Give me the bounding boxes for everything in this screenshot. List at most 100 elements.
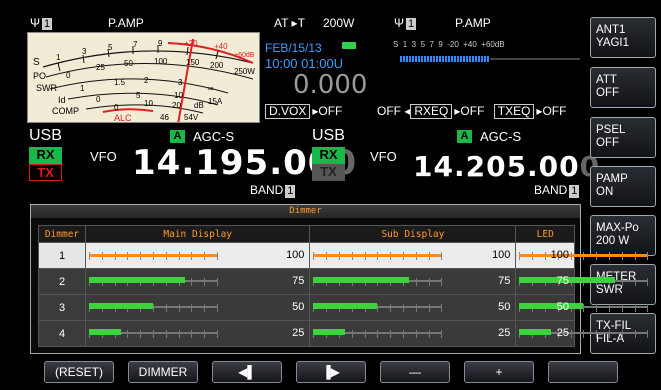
- dimmer-row[interactable]: 4 25 25 25: [38, 320, 649, 347]
- left-tx-indicator: TX: [29, 164, 62, 181]
- max-po-button[interactable]: MAX-Po 200 W: [590, 215, 656, 256]
- dvox-state: ▸OFF: [312, 104, 343, 118]
- txeq-label: TXEQ: [493, 104, 535, 119]
- psel-button[interactable]: PSEL OFF: [590, 117, 656, 158]
- level-bar: [519, 303, 584, 309]
- led-cell[interactable]: 25: [515, 320, 649, 347]
- rxeq-label: RXEQ: [410, 104, 453, 119]
- meter-label-comp: COMP: [52, 106, 79, 116]
- meter-label-po: PO: [33, 71, 47, 81]
- tick-label: 25: [96, 63, 105, 72]
- s-meter-track: [490, 58, 580, 60]
- main-display-cell[interactable]: 50: [84, 294, 311, 321]
- att-button[interactable]: ATT OFF: [590, 67, 656, 108]
- right-rx-indicator: RX: [312, 147, 345, 164]
- level-value: 50: [556, 301, 569, 313]
- left-band-label: BAND: [250, 183, 284, 197]
- tick-label: 200: [210, 61, 224, 70]
- button-label: MAX-Po: [596, 222, 639, 234]
- right-frequency[interactable]: 14.205.000: [413, 150, 600, 183]
- pamp-button[interactable]: PAMP ON: [590, 166, 656, 207]
- button-label: PAMP: [596, 173, 628, 185]
- eq-status[interactable]: OFF ◂ RXEQ ▸OFF TXEQ ▸OFF: [377, 104, 566, 119]
- reset-button[interactable]: (RESET): [44, 361, 114, 383]
- minus-button[interactable]: —: [380, 361, 450, 383]
- txeq-state: ▸OFF: [536, 104, 567, 118]
- right-tx-indicator: TX: [312, 164, 345, 181]
- level-value: 75: [292, 275, 305, 287]
- tick-label: 1: [80, 84, 85, 93]
- button-label: ATT: [596, 74, 617, 86]
- next-icon[interactable]: ▐▶: [296, 361, 366, 383]
- tick-label: 50: [124, 59, 133, 68]
- level-value: 75: [556, 275, 569, 287]
- left-pamp-label: P.AMP: [108, 16, 144, 30]
- level-bar: [313, 303, 378, 309]
- level-bar: [313, 254, 442, 257]
- left-antenna-indicator: Ψ1: [30, 16, 53, 30]
- right-agc: AGC-S: [480, 129, 522, 144]
- column-header-sub-display: Sub Display: [309, 225, 517, 243]
- tick-label: 5: [136, 91, 141, 100]
- previous-icon[interactable]: ◀▌: [212, 361, 282, 383]
- main-display-cell[interactable]: 25: [84, 320, 311, 347]
- tick-label: 5: [108, 43, 113, 52]
- level-bar: [519, 254, 648, 257]
- button-label: PSEL: [596, 124, 626, 136]
- tick-label: +20: [184, 39, 198, 48]
- rxeq-state: ▸OFF: [454, 104, 485, 118]
- plus-button[interactable]: +: [464, 361, 534, 383]
- dvox-label: D.VOX: [265, 104, 311, 119]
- tick-label: 100: [154, 57, 168, 66]
- left-mode: USB: [29, 127, 62, 144]
- level-bar: [313, 329, 346, 335]
- column-header-main-display: Main Display: [84, 225, 311, 243]
- button-value: 200 W: [596, 235, 630, 247]
- level-bar: [519, 329, 552, 335]
- left-agc: AGC-S: [193, 129, 235, 144]
- time-display: 10:00 01:00U: [265, 56, 344, 71]
- dimmer-button[interactable]: DIMMER: [128, 361, 198, 383]
- dimmer-level: 4: [38, 320, 86, 347]
- tick-label: dB: [194, 101, 204, 110]
- level-value: 75: [498, 275, 511, 287]
- column-header-led: LED: [515, 225, 575, 243]
- tick-label: 3: [82, 47, 87, 56]
- led-cell[interactable]: 50: [515, 294, 649, 321]
- dimmer-row[interactable]: 3 50 50 50: [38, 294, 649, 321]
- s-meter-bar: [400, 56, 490, 62]
- dimmer-row[interactable]: 1 100 100 100: [38, 242, 649, 269]
- sub-display-cell[interactable]: 100: [309, 242, 517, 269]
- at-indicator: AT ▸T: [274, 16, 305, 30]
- antenna-icon: Ψ: [394, 16, 405, 30]
- dimmer-panel: Dimmer Dimmer Main Display Sub Display L…: [30, 204, 649, 354]
- level-value: 100: [286, 249, 305, 261]
- rxeq-prefix: OFF ◂: [377, 104, 411, 118]
- blank-button[interactable]: [548, 361, 618, 383]
- level-bar: [89, 303, 153, 309]
- led-cell[interactable]: 75: [515, 268, 649, 295]
- main-display-cell[interactable]: 100: [84, 242, 311, 269]
- left-vfo-label: VFO: [90, 149, 117, 164]
- level-bar: [89, 254, 217, 257]
- sub-display-cell[interactable]: 75: [309, 268, 517, 295]
- right-band-label: BAND: [534, 183, 568, 197]
- tick-label: 20: [172, 101, 181, 110]
- sub-display-cell[interactable]: 25: [309, 320, 517, 347]
- tick-label: 0: [114, 103, 119, 112]
- tick-label: 1: [56, 53, 61, 62]
- tick-label: 150: [186, 58, 200, 67]
- tick-label: +40: [214, 42, 228, 51]
- right-band: BAND 1: [534, 183, 580, 198]
- tick-label: 46: [160, 113, 169, 122]
- dvox-status[interactable]: D.VOX ▸OFF: [265, 104, 342, 119]
- dimmer-row[interactable]: 2 75 75 75: [38, 268, 649, 295]
- ant-button[interactable]: ANT1 YAGI1: [590, 17, 656, 58]
- tick-label: ∞: [208, 84, 214, 93]
- main-display-cell[interactable]: 75: [84, 268, 311, 295]
- led-cell[interactable]: 100: [515, 242, 649, 269]
- counter-display: 0.000: [293, 70, 368, 100]
- right-pamp-label: P.AMP: [455, 16, 491, 30]
- sub-display-cell[interactable]: 50: [309, 294, 517, 321]
- tick-label: 10: [144, 99, 153, 108]
